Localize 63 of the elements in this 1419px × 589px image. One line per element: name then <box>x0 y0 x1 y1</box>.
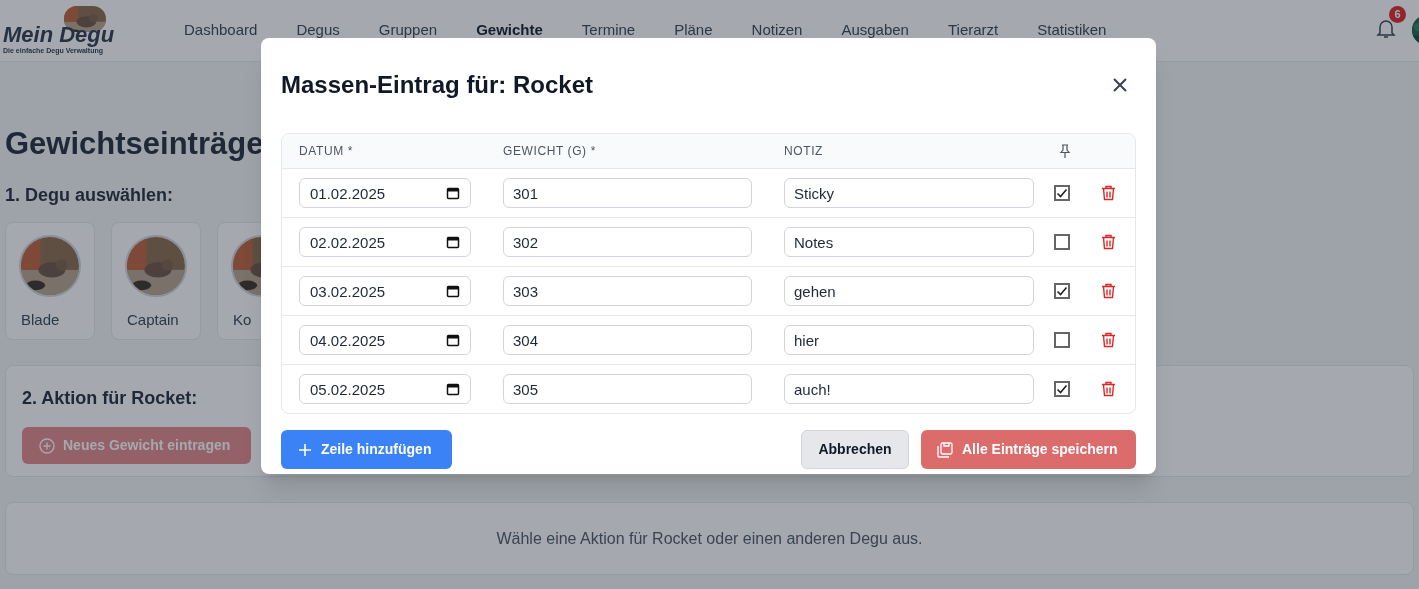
weight-field[interactable]: 303 <box>503 276 752 306</box>
degu-name: Blade <box>21 310 60 330</box>
plus-circle-icon <box>39 437 55 454</box>
degu-card[interactable]: Blade <box>5 222 95 340</box>
note-field[interactable]: auch! <box>784 374 1034 404</box>
checkbox[interactable] <box>1054 283 1070 299</box>
weight-field[interactable]: 302 <box>503 227 752 257</box>
nav-link[interactable]: Degus <box>296 19 340 42</box>
weight-field[interactable]: 305 <box>503 374 752 404</box>
note-field[interactable]: Sticky <box>784 178 1034 208</box>
trash-icon[interactable] <box>1101 234 1116 250</box>
degu-card[interactable]: Captain <box>111 222 201 340</box>
checkbox[interactable] <box>1054 234 1070 250</box>
calendar-icon <box>446 333 460 347</box>
calendar-icon <box>446 235 460 249</box>
degu-name: Captain <box>127 310 179 330</box>
add-row-button[interactable]: Zeile hinzufügen <box>281 430 452 469</box>
save-icon <box>937 441 953 458</box>
column-header: DATUM * <box>298 143 354 160</box>
nav-link[interactable]: Tierarzt <box>947 19 999 42</box>
logo-title: Mein Degu <box>3 23 115 46</box>
pin-icon <box>1059 143 1071 159</box>
checkbox[interactable] <box>1054 332 1070 348</box>
checkbox[interactable] <box>1054 185 1070 201</box>
date-field[interactable]: 02.02.2025 <box>299 227 471 257</box>
nav-link[interactable]: Notizen <box>751 19 803 42</box>
note-field[interactable]: Notes <box>784 227 1034 257</box>
date-field[interactable]: 01.02.2025 <box>299 178 471 208</box>
column-header: NOTIZ <box>784 143 824 160</box>
date-field[interactable]: 03.02.2025 <box>299 276 471 306</box>
weight-field[interactable]: 304 <box>503 325 752 355</box>
nav-link[interactable]: Ausgaben <box>841 19 909 42</box>
calendar-icon <box>446 284 460 298</box>
calendar-icon <box>446 186 460 200</box>
page-title: Gewichtseinträge <box>5 126 264 162</box>
trash-icon[interactable] <box>1101 283 1116 299</box>
note-field[interactable]: hier <box>784 325 1034 355</box>
nav-link[interactable]: Termine <box>581 19 636 42</box>
section-heading: 1. Degu auswählen: <box>5 184 174 207</box>
modal-title: Massen-Eintrag für: Rocket <box>281 69 594 100</box>
trash-icon[interactable] <box>1101 332 1116 348</box>
nav-link[interactable]: Statistiken <box>1037 19 1107 42</box>
trash-icon[interactable] <box>1101 381 1116 397</box>
bell-icon[interactable] <box>1376 18 1396 39</box>
plus-icon <box>299 443 311 456</box>
calendar-icon <box>446 382 460 396</box>
checkbox[interactable] <box>1054 381 1070 397</box>
nav-link[interactable]: Dashboard <box>184 19 258 42</box>
section-heading: 2. Aktion für Rocket: <box>22 387 198 410</box>
nav-link[interactable]: Gewichte <box>476 19 543 42</box>
cancel-button[interactable]: Abbrechen <box>801 430 909 469</box>
nav-link[interactable]: Pläne <box>674 19 713 42</box>
date-field[interactable]: 05.02.2025 <box>299 374 471 404</box>
nav-link[interactable]: Gruppen <box>378 19 438 42</box>
trash-icon[interactable] <box>1101 185 1116 201</box>
notification-badge: 6 <box>1389 6 1406 23</box>
weight-field[interactable]: 301 <box>503 178 752 208</box>
degu-name: Ko <box>233 310 252 330</box>
hint-text: Wähle eine Aktion für Rocket oder einen anderen Degu aus. <box>496 528 923 549</box>
close-icon[interactable] <box>1112 76 1128 93</box>
note-field[interactable]: gehen <box>784 276 1034 306</box>
date-field[interactable]: 04.02.2025 <box>299 325 471 355</box>
column-header: GEWICHT (G) * <box>503 143 597 160</box>
